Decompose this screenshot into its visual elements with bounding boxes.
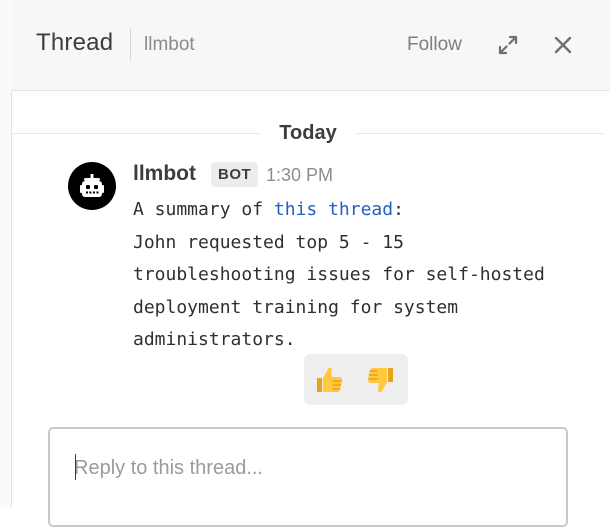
post-message: A summary of this thread: John requested… xyxy=(133,194,573,357)
thread-title: Thread xyxy=(36,29,114,56)
robot-icon xyxy=(80,174,104,197)
message-text-prefix: A summary of xyxy=(133,199,274,220)
post-author[interactable]: llmbot xyxy=(133,162,196,186)
post-timestamp[interactable]: 1:30 PM xyxy=(266,165,333,186)
date-divider-line-left xyxy=(12,133,260,134)
reply-input[interactable] xyxy=(74,453,554,483)
message-text-body: : John requested top 5 - 15 troubleshoot… xyxy=(133,199,545,350)
follow-button[interactable]: Follow xyxy=(407,34,462,56)
thumbs-up-icon[interactable] xyxy=(312,363,346,397)
expand-icon[interactable] xyxy=(495,32,521,58)
thread-link[interactable]: this thread xyxy=(274,199,393,220)
close-icon[interactable] xyxy=(550,32,576,58)
text-caret xyxy=(75,454,76,480)
thumbs-down-icon[interactable] xyxy=(364,363,398,397)
date-divider: Today xyxy=(279,122,337,144)
thread-channel-name[interactable]: llmbot xyxy=(144,34,195,56)
bot-badge: BOT xyxy=(211,162,259,187)
reply-box[interactable] xyxy=(48,427,568,527)
header-separator xyxy=(130,28,131,61)
date-divider-line-right xyxy=(356,133,604,134)
reaction-bar xyxy=(304,354,408,405)
avatar[interactable] xyxy=(68,162,116,210)
thread-header: Thread llmbot Follow xyxy=(11,0,610,91)
